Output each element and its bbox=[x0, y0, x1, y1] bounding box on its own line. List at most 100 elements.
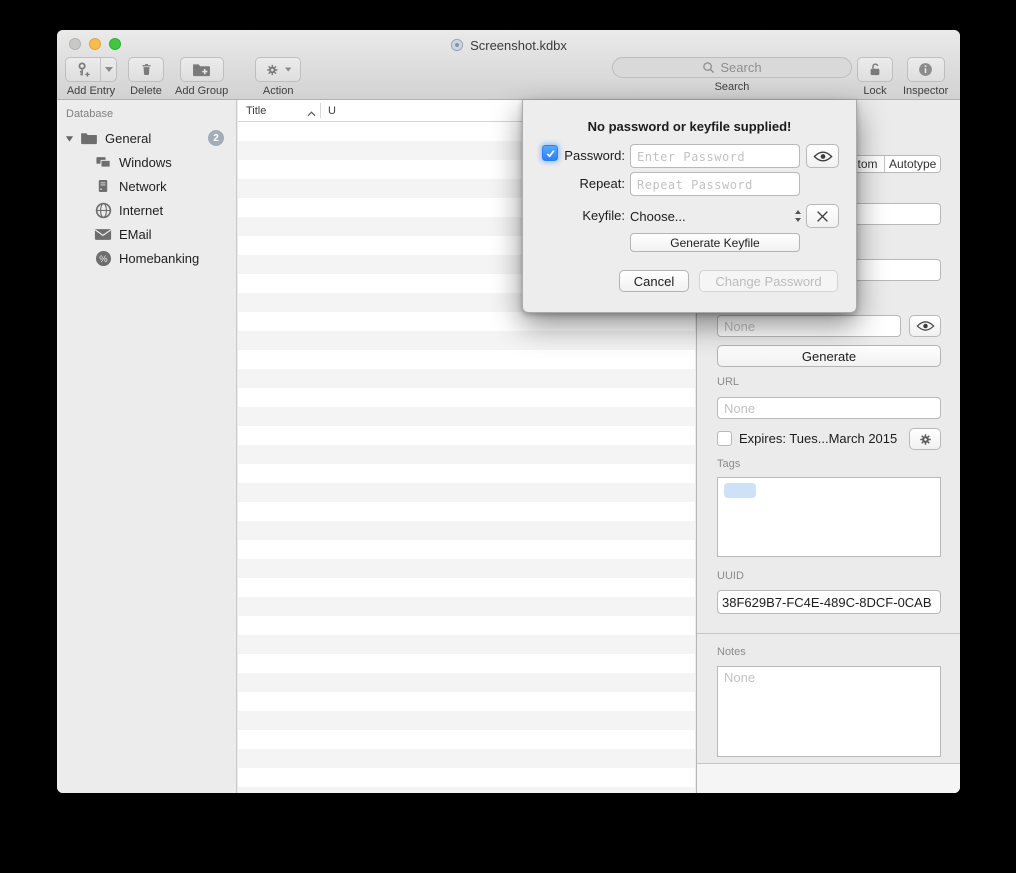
search-icon bbox=[702, 61, 715, 74]
lock-group: Lock bbox=[857, 57, 893, 97]
disclosure-icon[interactable] bbox=[65, 134, 75, 143]
delete-button[interactable] bbox=[128, 57, 164, 82]
repeat-label: Repeat: bbox=[543, 176, 625, 191]
sidebar-item-email[interactable]: EMail bbox=[57, 222, 236, 246]
group-label: Network bbox=[119, 179, 167, 194]
action-label: Action bbox=[263, 85, 294, 97]
change-password-button[interactable]: Change Password bbox=[699, 270, 838, 292]
email-icon bbox=[93, 228, 113, 241]
document-proxy-icon bbox=[450, 38, 464, 52]
sidebar-item-homebanking[interactable]: % Homebanking bbox=[57, 246, 236, 270]
cancel-button[interactable]: Cancel bbox=[619, 270, 689, 292]
url-input[interactable] bbox=[717, 397, 941, 419]
window-title: Screenshot.kdbx bbox=[470, 38, 567, 53]
action-button[interactable] bbox=[255, 57, 301, 82]
password-input[interactable] bbox=[717, 315, 901, 337]
popup-stepper-icon bbox=[794, 209, 802, 223]
generate-label: Generate bbox=[802, 349, 856, 364]
sidebar-item-windows[interactable]: Windows bbox=[57, 150, 236, 174]
keyfile-value: Choose... bbox=[630, 209, 794, 224]
group-label: Windows bbox=[119, 155, 172, 170]
search-group: Search Search bbox=[612, 57, 852, 93]
content-area: Database General 2 bbox=[57, 100, 960, 793]
action-group: Action bbox=[255, 57, 301, 97]
url-label: URL bbox=[717, 376, 739, 388]
group-label: Homebanking bbox=[119, 251, 199, 266]
add-entry-dropdown[interactable] bbox=[100, 58, 116, 81]
add-entry-button[interactable] bbox=[65, 57, 117, 82]
window-chrome: Screenshot.kdbx bbox=[57, 30, 960, 100]
group-label: General bbox=[105, 131, 151, 146]
expire-settings-button[interactable] bbox=[909, 428, 941, 450]
column-divider[interactable] bbox=[320, 103, 321, 118]
inspector-footer bbox=[697, 764, 960, 793]
enter-password-input[interactable] bbox=[630, 144, 800, 168]
network-icon bbox=[93, 178, 113, 194]
windows-icon bbox=[93, 155, 113, 170]
group-label: Internet bbox=[119, 203, 163, 218]
clear-keyfile-button[interactable] bbox=[806, 204, 839, 228]
eye-icon bbox=[916, 320, 935, 332]
tab-autotype[interactable]: Autotype bbox=[885, 156, 940, 172]
chevron-down-icon bbox=[285, 67, 291, 72]
repeat-password-input[interactable] bbox=[630, 172, 800, 196]
change-password-label: Change Password bbox=[715, 274, 821, 289]
lock-icon bbox=[867, 61, 883, 78]
sidebar-item-internet[interactable]: Internet bbox=[57, 198, 236, 222]
uuid-label: UUID bbox=[717, 570, 744, 582]
folder-icon bbox=[79, 131, 99, 145]
sidebar-item-network[interactable]: Network bbox=[57, 174, 236, 198]
keyfile-label: Keyfile: bbox=[543, 208, 625, 223]
eye-icon bbox=[813, 150, 833, 163]
action-icon bbox=[265, 62, 280, 78]
add-group-icon bbox=[192, 62, 211, 77]
homebanking-icon: % bbox=[93, 250, 113, 267]
add-entry-label: Add Entry bbox=[67, 85, 115, 97]
delete-label: Delete bbox=[130, 85, 162, 97]
column-header-title[interactable]: Title bbox=[246, 105, 266, 117]
search-input[interactable]: Search bbox=[612, 57, 852, 78]
change-password-dialog: No password or keyfile supplied! Passwor… bbox=[522, 100, 857, 313]
inspector-group: Inspector bbox=[903, 57, 948, 97]
generate-keyfile-button[interactable]: Generate Keyfile bbox=[630, 233, 800, 252]
internet-icon bbox=[93, 202, 113, 219]
lock-label: Lock bbox=[863, 85, 886, 97]
column-header-username[interactable]: U bbox=[328, 105, 336, 117]
search-placeholder: Search bbox=[720, 60, 761, 75]
section-divider bbox=[697, 633, 960, 634]
sidebar: Database General 2 bbox=[57, 100, 237, 793]
reveal-password-button[interactable] bbox=[806, 144, 839, 168]
add-entry-group: Add Entry bbox=[65, 57, 117, 97]
add-group-label: Add Group bbox=[175, 85, 228, 97]
tags-field[interactable] bbox=[717, 477, 941, 557]
delete-icon bbox=[139, 61, 154, 78]
sidebar-item-general[interactable]: General 2 bbox=[57, 126, 236, 150]
keyfile-popup[interactable]: Choose... bbox=[630, 205, 802, 227]
inspector-button[interactable] bbox=[907, 57, 945, 82]
chevron-down-icon bbox=[105, 67, 113, 72]
inspector-icon bbox=[917, 61, 934, 78]
group-label: EMail bbox=[119, 227, 152, 242]
add-group-group: Add Group bbox=[175, 57, 228, 97]
titlebar: Screenshot.kdbx bbox=[57, 37, 960, 53]
gear-icon bbox=[918, 432, 933, 447]
inspector-label: Inspector bbox=[903, 85, 948, 97]
delete-group: Delete bbox=[128, 57, 164, 97]
reveal-password-button[interactable] bbox=[909, 315, 941, 337]
entry-list: Title U No password or keyfile supplied!… bbox=[238, 100, 695, 793]
svg-text:%: % bbox=[99, 253, 108, 264]
generate-password-button[interactable]: Generate bbox=[717, 345, 941, 367]
expires-checkbox[interactable] bbox=[717, 431, 732, 446]
notes-input[interactable] bbox=[717, 666, 941, 757]
add-group-button[interactable] bbox=[180, 57, 224, 82]
dialog-message: No password or keyfile supplied! bbox=[523, 119, 856, 134]
x-icon bbox=[816, 210, 829, 223]
cancel-label: Cancel bbox=[634, 274, 674, 289]
generate-keyfile-label: Generate Keyfile bbox=[670, 236, 759, 250]
uuid-input[interactable] bbox=[717, 590, 941, 614]
password-label: Password: bbox=[543, 148, 625, 163]
lock-button[interactable] bbox=[857, 57, 893, 82]
expires-label: Expires: Tues...March 2015 bbox=[739, 431, 899, 446]
search-label: Search bbox=[715, 81, 750, 93]
tag-token[interactable] bbox=[724, 483, 756, 498]
